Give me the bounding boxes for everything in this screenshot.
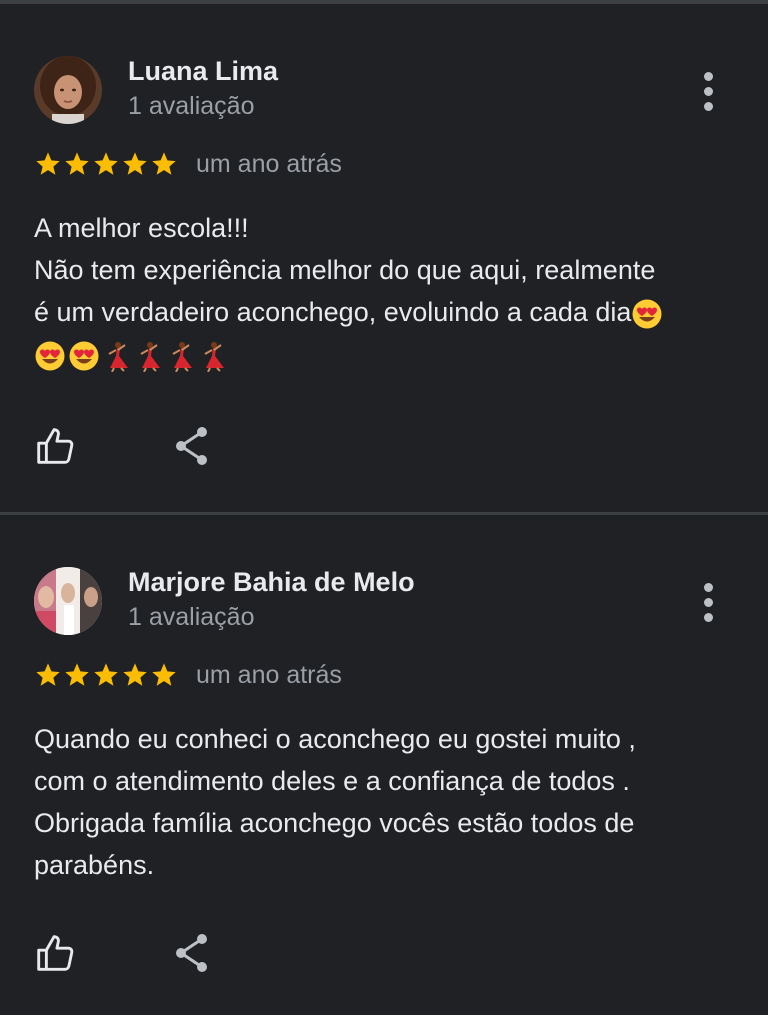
review-time: um ano atrás <box>196 150 342 178</box>
star-icon <box>65 663 89 686</box>
review-count: 1 avaliação <box>128 92 255 120</box>
heart-eyes-emoji <box>69 341 99 371</box>
star-icon <box>94 663 118 686</box>
share-icon[interactable] <box>172 930 212 976</box>
rating-stars <box>34 661 178 693</box>
review-text: Quando eu conheci o aconchego eu gostei … <box>34 718 734 886</box>
more-vert-icon[interactable] <box>690 66 726 116</box>
avatar[interactable] <box>34 56 102 124</box>
star-icon <box>123 663 147 686</box>
review-text: A melhor escola!!! Não tem experiência m… <box>34 207 734 375</box>
review-line: A melhor escola!!! <box>34 213 249 243</box>
heart-eyes-emoji <box>35 341 65 371</box>
review-actions <box>0 926 768 982</box>
review-line: é um verdadeiro aconchego, evoluindo a c… <box>34 297 632 327</box>
review-line: Não tem experiência melhor do que aqui, … <box>34 255 656 285</box>
heart-eyes-emoji <box>632 299 662 329</box>
star-icon <box>152 663 176 686</box>
dancer-emoji <box>172 341 192 372</box>
author-name[interactable]: Luana Lima <box>128 56 278 87</box>
review-line-with-emoji: é um verdadeiro aconchego, evoluindo a c… <box>34 291 734 333</box>
star-icon <box>65 152 89 175</box>
author-name[interactable]: Marjore Bahia de Melo <box>128 567 415 598</box>
more-vert-icon[interactable] <box>690 577 726 627</box>
review-line: com o atendimento deles e a confiança de… <box>34 766 630 796</box>
share-icon[interactable] <box>172 423 212 469</box>
star-icon <box>152 152 176 175</box>
star-icon <box>36 152 60 175</box>
review-card: Marjore Bahia de Melo 1 avaliação um ano… <box>0 515 768 1015</box>
review-time: um ano atrás <box>196 661 342 689</box>
thumb-up-icon[interactable] <box>32 423 78 469</box>
review-line: parabéns. <box>34 850 155 880</box>
review-card: Luana Lima 1 avaliação um ano atrás A me… <box>0 4 768 513</box>
dancer-emoji <box>204 341 224 372</box>
review-count: 1 avaliação <box>128 603 255 631</box>
star-icon <box>123 152 147 175</box>
dancer-emoji <box>108 341 128 372</box>
thumb-up-icon[interactable] <box>32 930 78 976</box>
review-line: Obrigada família aconchego vocês estão t… <box>34 808 635 838</box>
avatar[interactable] <box>34 567 102 635</box>
star-icon <box>94 152 118 175</box>
rating-stars <box>34 150 178 182</box>
emoji-row <box>34 333 734 375</box>
review-actions <box>0 419 768 475</box>
review-line: Quando eu conheci o aconchego eu gostei … <box>34 724 636 754</box>
star-icon <box>36 663 60 686</box>
dancer-emoji <box>140 341 160 372</box>
